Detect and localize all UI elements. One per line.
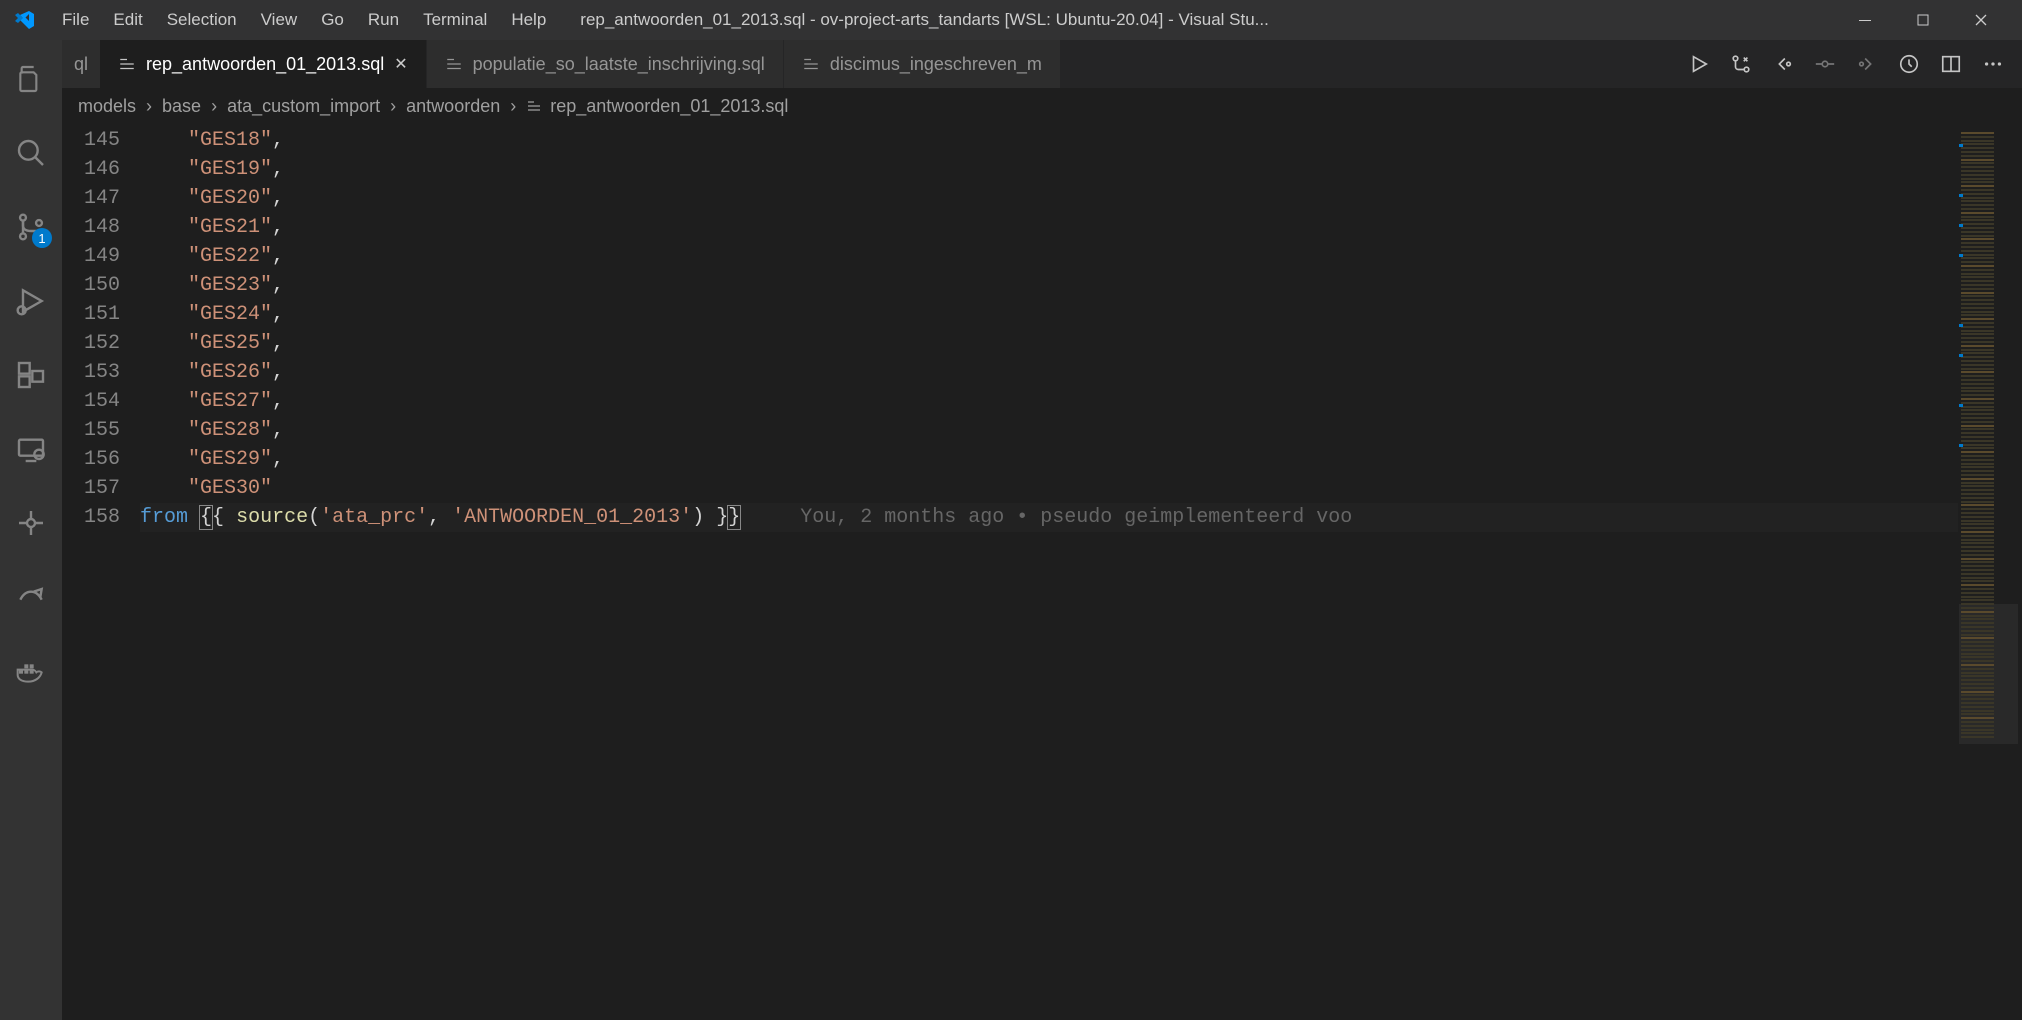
- menu-go[interactable]: Go: [311, 6, 354, 34]
- line-number-gutter: 1451461471481491501511521531541551561571…: [62, 124, 140, 1020]
- line-number: 158: [62, 503, 120, 532]
- crumb-base[interactable]: base: [162, 96, 201, 117]
- menu-selection[interactable]: Selection: [157, 6, 247, 34]
- code-line[interactable]: "GES28",: [140, 416, 1958, 445]
- crumb-models[interactable]: models: [78, 96, 136, 117]
- tabs-row: ql rep_antwoorden_01_2013.sql ✕ populati…: [62, 40, 2022, 88]
- breadcrumb: models › base › ata_custom_import › antw…: [62, 88, 2022, 124]
- chevron-right-icon: ›: [146, 96, 152, 117]
- docker-icon[interactable]: [0, 640, 62, 702]
- activity-bar: 1: [0, 40, 62, 1020]
- code-line[interactable]: "GES25",: [140, 329, 1958, 358]
- sql-file-icon: [118, 55, 136, 73]
- code-line[interactable]: "GES23",: [140, 271, 1958, 300]
- code-line[interactable]: "GES29",: [140, 445, 1958, 474]
- tab-label: ql: [74, 54, 88, 75]
- tab-label: populatie_so_laatste_inschrijving.sql: [473, 54, 765, 75]
- minimap[interactable]: [1958, 124, 2018, 1020]
- editor-area: ql rep_antwoorden_01_2013.sql ✕ populati…: [62, 40, 2022, 1020]
- source-control-icon[interactable]: 1: [0, 196, 62, 258]
- code-line[interactable]: "GES26",: [140, 358, 1958, 387]
- gitlens-icon[interactable]: [0, 492, 62, 554]
- chevron-right-icon: ›: [390, 96, 396, 117]
- next-change-icon[interactable]: [1856, 53, 1878, 75]
- git-blame-annotation: You, 2 months ago • pseudo geimplementee…: [740, 506, 1352, 529]
- window-title: rep_antwoorden_01_2013.sql - ov-project-…: [560, 10, 1832, 30]
- chevron-right-icon: ›: [211, 96, 217, 117]
- prev-change-icon[interactable]: [1772, 53, 1794, 75]
- line-number: 157: [62, 474, 120, 503]
- toggle-history-icon[interactable]: [1898, 53, 1920, 75]
- explorer-icon[interactable]: [0, 48, 62, 110]
- menu-edit[interactable]: Edit: [103, 6, 152, 34]
- menu-run[interactable]: Run: [358, 6, 409, 34]
- code-line[interactable]: "GES22",: [140, 242, 1958, 271]
- menu-terminal[interactable]: Terminal: [413, 6, 497, 34]
- code-line[interactable]: "GES30": [140, 474, 1958, 503]
- line-number: 155: [62, 416, 120, 445]
- crumb-file-label: rep_antwoorden_01_2013.sql: [550, 96, 788, 117]
- code-line[interactable]: from {{ source('ata_prc', 'ANTWOORDEN_01…: [140, 503, 1958, 532]
- line-number: 145: [62, 126, 120, 155]
- line-number: 146: [62, 155, 120, 184]
- tab-rep-antwoorden[interactable]: rep_antwoorden_01_2013.sql ✕: [100, 40, 427, 88]
- code-line[interactable]: "GES27",: [140, 387, 1958, 416]
- tab-label: discimus_ingeschreven_m: [830, 54, 1042, 75]
- line-number: 156: [62, 445, 120, 474]
- editor-body[interactable]: 1451461471481491501511521531541551561571…: [62, 124, 2022, 1020]
- scm-badge: 1: [32, 228, 52, 248]
- close-button[interactable]: [1952, 0, 2010, 40]
- search-icon[interactable]: [0, 122, 62, 184]
- crumb-antwoorden[interactable]: antwoorden: [406, 96, 500, 117]
- sql-file-icon: [445, 55, 463, 73]
- split-editor-icon[interactable]: [1940, 53, 1962, 75]
- extensions-icon[interactable]: [0, 344, 62, 406]
- tab-populatie[interactable]: populatie_so_laatste_inschrijving.sql: [427, 40, 784, 88]
- run-icon[interactable]: [1688, 53, 1710, 75]
- vscode-logo-icon: [12, 8, 36, 32]
- minimap-viewport[interactable]: [1959, 604, 2018, 744]
- commit-icon[interactable]: [1814, 53, 1836, 75]
- compare-changes-icon[interactable]: [1730, 53, 1752, 75]
- tab-label: rep_antwoorden_01_2013.sql: [146, 54, 384, 75]
- maximize-button[interactable]: [1894, 0, 1952, 40]
- line-number: 150: [62, 271, 120, 300]
- run-debug-icon[interactable]: [0, 270, 62, 332]
- menu-view[interactable]: View: [251, 6, 308, 34]
- editor-actions: [1670, 40, 2022, 88]
- code-content[interactable]: "GES18", "GES19", "GES20", "GES21", "GES…: [140, 124, 1958, 1020]
- more-actions-icon[interactable]: [1982, 53, 2004, 75]
- code-line[interactable]: "GES19",: [140, 155, 1958, 184]
- titlebar: File Edit Selection View Go Run Terminal…: [0, 0, 2022, 40]
- tab-discimus[interactable]: discimus_ingeschreven_m: [784, 40, 1061, 88]
- sql-file-icon: [802, 55, 820, 73]
- minimize-button[interactable]: [1836, 0, 1894, 40]
- menu-file[interactable]: File: [52, 6, 99, 34]
- menu-help[interactable]: Help: [501, 6, 556, 34]
- code-line[interactable]: "GES24",: [140, 300, 1958, 329]
- line-number: 153: [62, 358, 120, 387]
- code-line[interactable]: "GES20",: [140, 184, 1958, 213]
- line-number: 152: [62, 329, 120, 358]
- line-number: 154: [62, 387, 120, 416]
- tab-partial-left[interactable]: ql: [62, 40, 100, 88]
- line-number: 148: [62, 213, 120, 242]
- close-icon[interactable]: ✕: [394, 54, 407, 74]
- line-number: 147: [62, 184, 120, 213]
- crumb-file[interactable]: rep_antwoorden_01_2013.sql: [526, 96, 788, 117]
- remote-explorer-icon[interactable]: [0, 418, 62, 480]
- line-number: 149: [62, 242, 120, 271]
- code-line[interactable]: "GES18",: [140, 126, 1958, 155]
- share-icon[interactable]: [0, 566, 62, 628]
- line-number: 151: [62, 300, 120, 329]
- code-line[interactable]: "GES21",: [140, 213, 1958, 242]
- crumb-ata-custom-import[interactable]: ata_custom_import: [227, 96, 380, 117]
- window-controls: [1836, 0, 2010, 40]
- chevron-right-icon: ›: [510, 96, 516, 117]
